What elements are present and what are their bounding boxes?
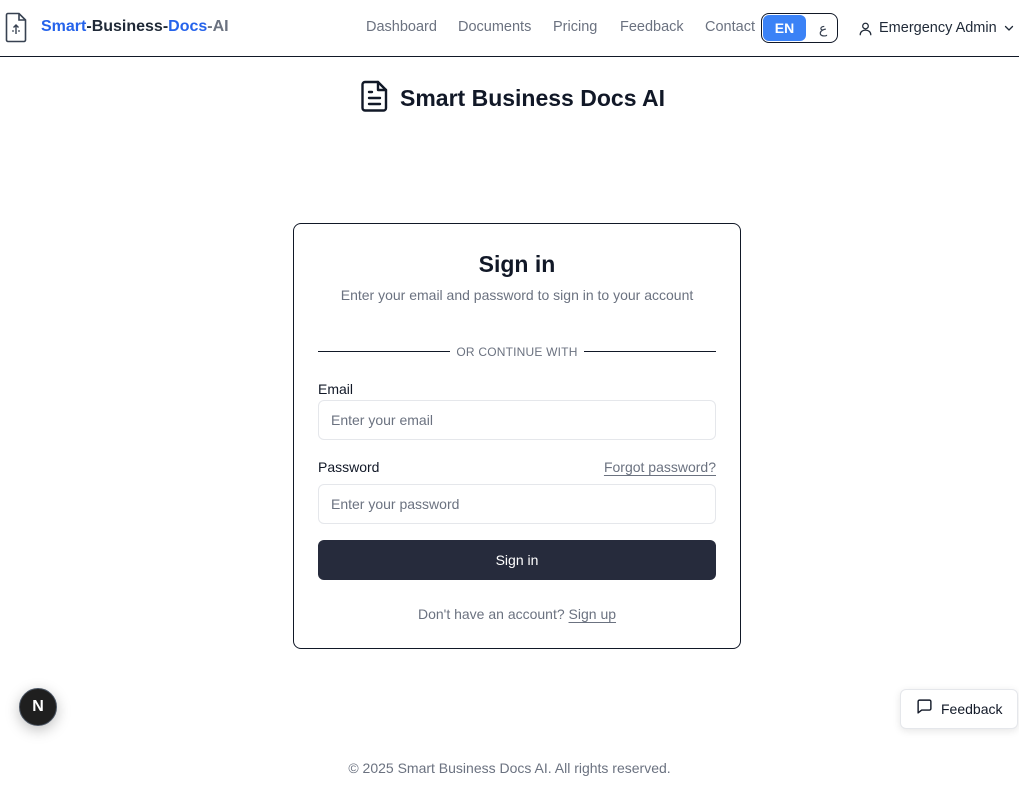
nav-link-feedback[interactable]: Feedback [620,19,684,35]
page-heading: Smart Business Docs AI [361,80,666,117]
divider-label: OR CONTINUE WITH [456,345,578,359]
user-menu-button[interactable]: Emergency Admin [858,18,1015,38]
page-title: Smart Business Docs AI [400,84,666,111]
signin-subtitle: Enter your email and password to sign in… [340,287,694,303]
user-icon [858,21,873,36]
nav-link-pricing[interactable]: Pricing [553,19,597,35]
email-label: Email [318,381,354,397]
user-name: Emergency Admin [879,20,997,36]
brand-part-docs: Docs [168,18,208,35]
top-header: Smart-Business-Docs-AI Dashboard Documen… [0,0,1019,57]
continue-with-divider: OR CONTINUE WITH [318,345,716,359]
nav-link-contact[interactable]: Contact [705,19,755,35]
password-field[interactable] [318,484,716,524]
brand-name[interactable]: Smart-Business-Docs-AI [41,18,229,36]
message-square-icon [916,698,933,720]
nav-link-dashboard[interactable]: Dashboard [366,19,437,35]
language-en-button[interactable]: EN [763,15,806,41]
signin-title: Sign in [478,251,556,277]
signin-card: Sign in Enter your email and password to… [293,223,741,649]
email-field[interactable] [318,400,716,440]
feedback-float-label: Feedback [941,701,1003,717]
chevron-down-icon [1003,22,1015,34]
language-ar-button[interactable]: ع [810,15,836,41]
no-account-text: Don't have an account? [417,606,565,622]
brand-part-business: Business [91,18,163,35]
signup-link[interactable]: Sign up [569,606,616,622]
nav-link-documents[interactable]: Documents [458,19,531,35]
signin-button[interactable]: Sign in [318,540,716,580]
nextjs-dev-badge[interactable]: N [19,688,57,726]
signup-prompt: Don't have an account? Sign up [294,606,740,622]
divider-line-right [584,351,716,352]
language-toggle: EN ع [761,13,838,43]
document-icon [361,80,389,117]
brand-part-smart: Smart [41,18,87,35]
password-label: Password [318,459,380,475]
file-upload-logo-icon[interactable] [5,12,27,43]
feedback-floating-button[interactable]: Feedback [900,689,1018,729]
forgot-password-link[interactable]: Forgot password? [604,459,716,475]
brand-part-ai: AI [212,18,229,35]
footer-copyright: © 2025 Smart Business Docs AI. All right… [348,760,671,776]
